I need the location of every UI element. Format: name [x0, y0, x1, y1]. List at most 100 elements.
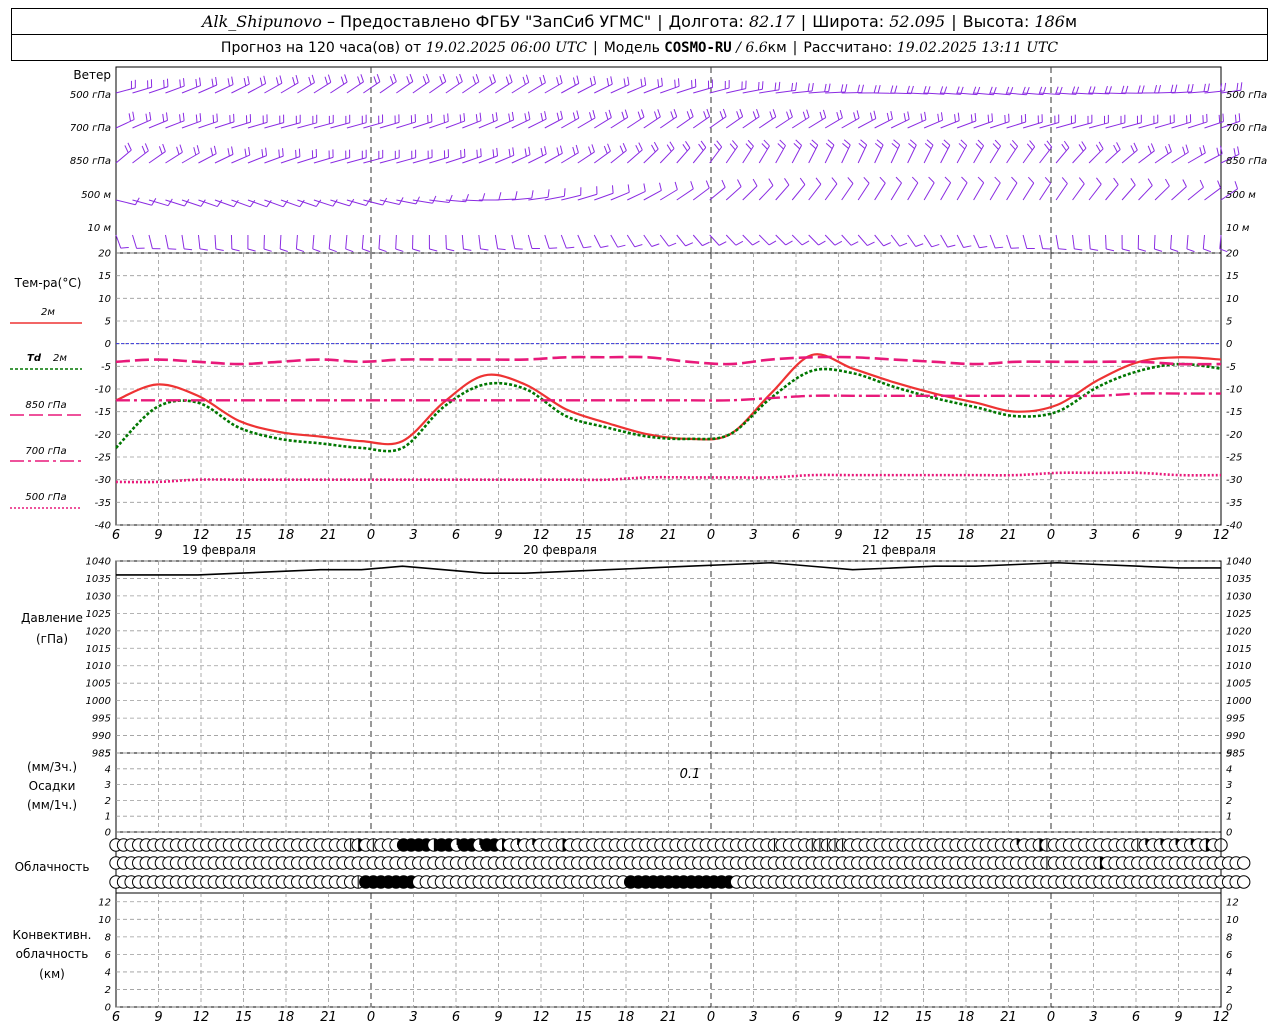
wind-barb-feather: [886, 112, 890, 121]
temp-tick-label: -20: [95, 430, 111, 441]
x-hour-label-bottom: 9: [154, 1010, 162, 1024]
wind-barb-feather: [944, 176, 951, 184]
wind-level-label: 500 м: [81, 190, 111, 201]
wind-barb-feather: [176, 146, 180, 155]
wind-barb-feather: [769, 111, 773, 120]
pressure-tick-label: 990: [92, 731, 111, 742]
precip-tick-label: 4: [105, 764, 111, 775]
wind-barb: [1171, 186, 1187, 201]
legend-td-label: Td: [27, 353, 42, 364]
wind-barb-feather: [472, 76, 477, 85]
wind-barb: [775, 145, 786, 164]
temp-tick-label-right: -15: [1226, 407, 1242, 418]
wind-barb-feather: [876, 139, 884, 146]
wind-barb-feather: [842, 142, 849, 149]
wind-barb: [527, 234, 533, 249]
wind-barb: [148, 119, 168, 129]
wind-barb-feather: [673, 108, 678, 117]
wind-barb-feather: [1122, 248, 1131, 252]
wind-barb: [791, 116, 810, 129]
wind-barb-feather: [505, 76, 510, 85]
wind-barb: [940, 120, 960, 129]
wind-barb-feather: [847, 177, 854, 184]
wind-barb-feather: [378, 248, 387, 253]
wind-barb: [363, 81, 381, 94]
wind-barb-feather: [231, 146, 234, 155]
wind-barb: [808, 117, 826, 129]
wind-barb: [247, 155, 267, 164]
cloud-title: Облачность: [15, 860, 90, 874]
precip-annotation: 0.1: [680, 767, 701, 782]
wind-barb: [907, 119, 927, 129]
wind-barb: [1072, 122, 1093, 129]
wind-barb-feather: [1233, 148, 1236, 157]
precip-tick-label: 0: [105, 828, 111, 839]
wind-barb: [1039, 182, 1051, 201]
wind-barb: [907, 234, 917, 247]
precip-unit-1h: (мм/1ч.): [27, 798, 77, 812]
wind-barb-feather: [195, 79, 198, 88]
wind-barb: [198, 153, 217, 164]
wind-barb-feather: [883, 242, 891, 247]
temp-tick-label: 5: [105, 317, 111, 328]
wind-barb: [610, 116, 628, 129]
wind-barb: [676, 86, 696, 94]
wind-barb-feather: [540, 147, 544, 156]
wind-barb-feather: [637, 111, 642, 120]
wind-barb-feather: [195, 114, 198, 123]
pressure-tick-label-right: 990: [1226, 731, 1245, 742]
temperature-lines: [10, 322, 1222, 509]
wind-barb-feather: [890, 85, 894, 94]
x-hour-label-bottom: 21: [660, 1010, 677, 1024]
wind-barb: [279, 234, 282, 250]
wind-barb-feather: [497, 248, 506, 251]
wind-barb-feather: [718, 241, 727, 246]
temp-tick-label: -15: [95, 407, 111, 418]
wind-barb: [1022, 121, 1043, 129]
wind-barb-feather: [657, 79, 660, 88]
wind-barb-feather: [856, 110, 860, 119]
wind-barb: [676, 234, 686, 247]
conv-tick-label-right: 8: [1226, 932, 1232, 943]
wind-barb-feather: [576, 75, 580, 84]
wind-barb-feather: [395, 248, 404, 252]
wind-barb-feather: [593, 75, 597, 84]
wind-barb-feather: [459, 114, 462, 123]
wind-barb: [742, 185, 758, 201]
wind-barb-feather: [1138, 248, 1147, 252]
temp-tick-label-right: -20: [1226, 430, 1242, 441]
wind-barb: [1039, 122, 1059, 129]
wind-barb: [361, 234, 364, 249]
wind-barb-feather: [1029, 140, 1036, 148]
wind-barb-feather: [588, 146, 592, 155]
wind-barb: [758, 185, 774, 201]
wind-barb: [1006, 234, 1012, 249]
wind-barb-feather: [496, 147, 499, 156]
wind-barb: [561, 152, 579, 164]
wind-barb: [1187, 186, 1204, 201]
wind-barb: [511, 118, 531, 129]
temp-tick-label-right: -30: [1226, 475, 1242, 486]
wind-barb-feather: [429, 248, 438, 252]
wind-barb: [594, 117, 612, 129]
wind-barb-feather: [1137, 85, 1141, 94]
wind-barb: [396, 121, 416, 129]
wind-barb: [1138, 150, 1155, 164]
wind-barb: [181, 120, 201, 129]
wind-barb: [478, 119, 498, 129]
wind-level-label-right: 700 гПа: [1226, 123, 1267, 134]
x-hour-label-bottom: 3: [409, 1010, 417, 1024]
wind-barb: [379, 81, 397, 94]
wind-barb-feather: [179, 144, 183, 153]
wind-barb-feather: [511, 111, 515, 120]
wind-barb: [214, 234, 217, 250]
wind-barb-feather: [308, 76, 312, 85]
pressure-tick-label-right: 1005: [1226, 679, 1251, 690]
pressure-tick-label-right: 1025: [1226, 609, 1251, 620]
wind-barb: [462, 155, 482, 164]
pressure-tick-label: 1020: [86, 626, 111, 637]
wind-barb-feather: [1141, 85, 1145, 94]
wind-barb-feather: [145, 113, 148, 122]
pressure-tick-label-right: 1040: [1226, 557, 1251, 568]
wind-barb-feather: [327, 74, 332, 83]
